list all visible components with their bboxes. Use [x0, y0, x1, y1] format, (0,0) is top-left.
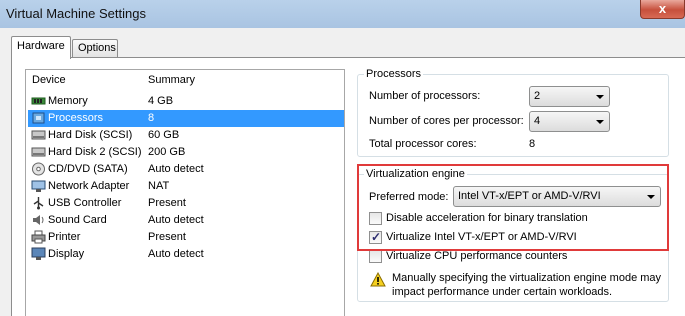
device-summary: NAT — [148, 180, 170, 192]
close-button[interactable]: x — [640, 0, 685, 19]
device-row-processors[interactable]: Processors 8 — [28, 110, 344, 127]
highlight-box — [357, 164, 669, 251]
device-row-usb-controller[interactable]: USB Controller Present — [28, 195, 344, 212]
hard-disk-icon — [31, 147, 46, 157]
device-summary: Auto detect — [148, 248, 204, 260]
device-summary: Auto detect — [148, 163, 204, 175]
device-summary: 8 — [148, 112, 155, 124]
printer-icon — [31, 230, 46, 244]
title-bar: Virtual Machine Settings x — [0, 0, 685, 28]
device-row-cd-dvd[interactable]: CD/DVD (SATA) Auto detect — [28, 161, 344, 178]
device-summary: Auto detect — [148, 214, 204, 226]
warning-text-line2: impact performance under certain workloa… — [392, 286, 613, 298]
device-name: Display — [48, 248, 85, 260]
device-name: Hard Disk (SCSI) — [48, 129, 133, 141]
cores-per-processor-value: 4 — [534, 115, 541, 127]
network-adapter-icon — [31, 180, 46, 192]
device-list[interactable]: Device Summary Memory 4 GB Processors 8 … — [25, 69, 345, 316]
cores-per-processor-label: Number of cores per processor: — [369, 115, 524, 127]
total-cores-label: Total processor cores: — [369, 138, 477, 150]
window-title: Virtual Machine Settings — [6, 6, 146, 21]
device-row-network-adapter[interactable]: Network Adapter NAT — [28, 178, 344, 195]
device-row-hard-disk-2[interactable]: Hard Disk 2 (SCSI) 200 GB — [28, 144, 344, 161]
cores-per-processor-select[interactable]: 4 — [529, 111, 610, 132]
device-summary: Present — [148, 197, 186, 209]
num-processors-label: Number of processors: — [369, 90, 481, 102]
warning-icon — [370, 272, 386, 287]
tab-options[interactable]: Options — [72, 39, 118, 58]
tab-hardware[interactable]: Hardware — [11, 36, 71, 59]
device-name: Printer — [48, 231, 81, 243]
num-processors-value: 2 — [534, 90, 541, 102]
device-name: Memory — [48, 95, 88, 107]
processors-legend: Processors — [364, 68, 424, 80]
total-cores-value: 8 — [529, 138, 536, 150]
memory-icon — [31, 97, 46, 105]
device-row-hard-disk[interactable]: Hard Disk (SCSI) 60 GB — [28, 127, 344, 144]
processor-icon — [32, 112, 45, 124]
speaker-icon — [33, 215, 44, 225]
column-header-device[interactable]: Device — [32, 74, 66, 86]
chevron-down-icon — [596, 95, 604, 99]
usb-icon — [33, 197, 44, 210]
device-row-sound-card[interactable]: Sound Card Auto detect — [28, 212, 344, 229]
device-row-printer[interactable]: Printer Present — [28, 229, 344, 246]
device-list-header: Device Summary — [26, 70, 344, 88]
chevron-down-icon — [596, 120, 604, 124]
close-icon: x — [658, 1, 667, 16]
device-name: Sound Card — [48, 214, 107, 226]
device-name: USB Controller — [48, 197, 122, 209]
device-summary: 60 GB — [148, 129, 180, 141]
device-name: Processors — [48, 112, 104, 124]
device-row-memory[interactable]: Memory 4 GB — [28, 93, 344, 110]
display-icon — [31, 247, 46, 260]
virtualize-perf-counters-label[interactable]: Virtualize CPU performance counters — [386, 250, 567, 262]
device-row-display[interactable]: Display Auto detect — [28, 246, 344, 263]
num-processors-select[interactable]: 2 — [529, 86, 610, 107]
device-summary: 200 GB — [148, 146, 186, 158]
warning-text-line1: Manually specifying the virtualization e… — [392, 272, 662, 284]
hard-disk-icon — [31, 130, 46, 140]
column-header-summary[interactable]: Summary — [148, 74, 195, 86]
device-name: Hard Disk 2 (SCSI) — [48, 146, 142, 158]
cd-dvd-icon — [32, 162, 45, 176]
virtualize-perf-counters-checkbox[interactable] — [369, 250, 382, 263]
device-name: CD/DVD (SATA) — [48, 163, 128, 175]
device-summary: 4 GB — [148, 95, 174, 107]
device-summary: Present — [148, 231, 186, 243]
device-name: Network Adapter — [48, 180, 130, 192]
